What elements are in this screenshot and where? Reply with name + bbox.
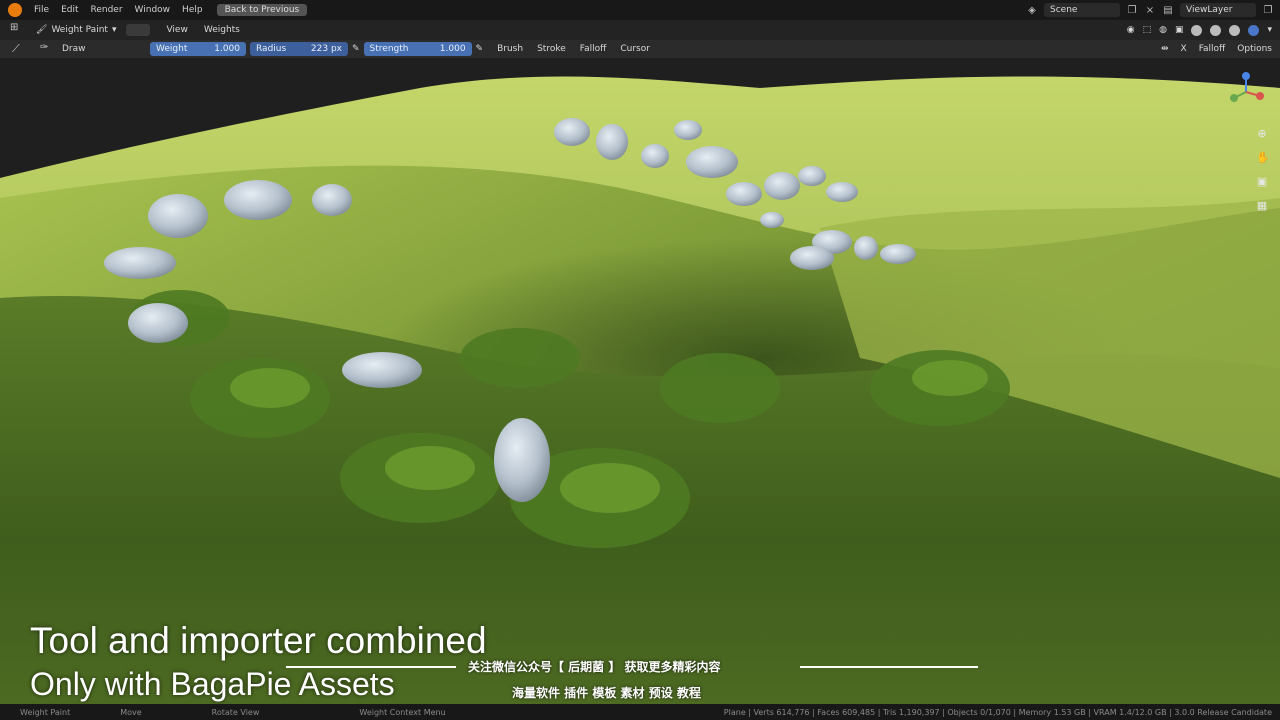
menu-view[interactable]: View: [166, 25, 187, 35]
material-shading-icon[interactable]: [1229, 24, 1241, 36]
tool-settings-bar: Draw Weight 1.000 Radius 223 px ✎ Streng…: [0, 40, 1280, 58]
weight-label: Weight: [156, 44, 188, 54]
status-context-menu: Weight Context Menu: [359, 707, 446, 717]
radius-label: Radius: [256, 44, 287, 54]
pressure-icon[interactable]: ✎: [352, 44, 360, 54]
stroke-menu[interactable]: Stroke: [537, 44, 566, 54]
zoom-icon[interactable]: ⊕: [1256, 128, 1268, 140]
navigation-gizmo[interactable]: [1226, 72, 1266, 112]
symmetry-icon[interactable]: ⇹: [1161, 44, 1169, 54]
viewport-header: 🖌 Weight Paint ▾ View Weights ◉ ⬚ ◍ ▣ ▾: [0, 20, 1280, 40]
rendered-shading-icon[interactable]: [1248, 24, 1260, 36]
grid-icon[interactable]: ▦: [1256, 200, 1268, 212]
editor-type-icon[interactable]: ⊞: [10, 22, 18, 33]
strength-pressure-icon[interactable]: ✎: [476, 44, 484, 54]
view-layer-name: ViewLayer: [1186, 5, 1233, 15]
copy-scene-icon[interactable]: ❐: [1126, 4, 1138, 16]
viewport-navigation-tools: ⊕ ✋ ▣ ▦: [1256, 128, 1270, 212]
status-bar: Weight Paint Move Rotate View Weight Con…: [0, 704, 1280, 720]
view-layer-icon: ▤: [1163, 4, 1173, 16]
caption-line-2: Only with BagaPie Assets: [30, 666, 395, 702]
shading-options-icon[interactable]: ▾: [1267, 25, 1272, 35]
grass-landscape-render: [0, 58, 1280, 704]
3d-viewport[interactable]: [0, 58, 1280, 704]
menu-weights[interactable]: Weights: [204, 25, 240, 35]
top-menu-bar: File Edit Render Window Help Back to Pre…: [0, 0, 1280, 20]
scene-statistics: Plane | Verts 614,776 | Faces 609,485 | …: [723, 707, 1272, 717]
resources-caption: 海量软件 插件 模板 素材 预设 教程: [512, 686, 701, 700]
menu-render[interactable]: Render: [91, 5, 123, 15]
mode-selector[interactable]: 🖌 Weight Paint ▾: [36, 25, 116, 35]
blender-logo-icon[interactable]: [8, 3, 22, 17]
falloff-right-menu[interactable]: Falloff: [1199, 44, 1226, 54]
symmetry-axis[interactable]: X: [1181, 44, 1187, 54]
menu-help[interactable]: Help: [182, 5, 203, 15]
radius-value: 223 px: [310, 44, 342, 54]
menu-window[interactable]: Window: [135, 5, 171, 15]
pan-hand-icon[interactable]: ✋: [1256, 152, 1270, 164]
camera-icon[interactable]: ▣: [1256, 176, 1268, 188]
scene-name: Scene: [1050, 5, 1078, 15]
caption-line-1: Tool and importer combined: [30, 620, 487, 661]
caption-rule-right: [800, 666, 978, 668]
status-rotate-view: Rotate View: [211, 707, 260, 717]
copy-layer-icon[interactable]: ❐: [1262, 4, 1274, 16]
overlay-icon[interactable]: ◍: [1159, 25, 1167, 35]
gizmo-icon[interactable]: ⬚: [1143, 25, 1152, 35]
chevron-down-icon: ▾: [111, 25, 117, 35]
falloff-menu[interactable]: Falloff: [580, 44, 607, 54]
mask-toggle[interactable]: [126, 24, 151, 36]
strength-slider[interactable]: Strength 1.000: [363, 42, 472, 56]
close-scene-icon[interactable]: ×: [1144, 4, 1156, 16]
status-weight-paint: Weight Paint: [20, 707, 71, 717]
visibility-icon[interactable]: ◉: [1127, 25, 1135, 35]
wireframe-shading-icon[interactable]: [1191, 24, 1203, 36]
caption-rule-left: [286, 666, 456, 668]
solid-shading-icon[interactable]: [1210, 24, 1222, 36]
tool-draw[interactable]: Draw: [62, 44, 146, 54]
strength-label: Strength: [369, 44, 409, 54]
view-layer-selector[interactable]: ViewLayer: [1180, 3, 1256, 17]
brush-tool-icon[interactable]: ⟋: [12, 42, 20, 56]
cursor-menu[interactable]: Cursor: [620, 44, 650, 54]
weight-paint-icon: 🖌: [36, 25, 48, 35]
strength-value: 1.000: [439, 44, 466, 54]
wechat-caption: 关注微信公众号【 后期菌 】 获取更多精彩内容: [468, 660, 721, 674]
xray-icon[interactable]: ▣: [1175, 25, 1184, 35]
brush-menu[interactable]: Brush: [497, 44, 523, 54]
weight-slider[interactable]: Weight 1.000: [150, 42, 246, 56]
draw-brush-icon: ✑: [40, 42, 49, 53]
back-to-previous-button[interactable]: Back to Previous: [216, 4, 308, 16]
radius-slider[interactable]: Radius 223 px: [250, 42, 348, 56]
options-menu[interactable]: Options: [1237, 44, 1272, 54]
scene-selector[interactable]: Scene: [1044, 3, 1120, 17]
menu-edit[interactable]: Edit: [61, 5, 78, 15]
scene-icon: ◈: [1028, 4, 1036, 16]
mode-label: Weight Paint: [51, 25, 108, 35]
status-move: Move: [120, 707, 142, 717]
weight-value: 1.000: [214, 44, 240, 54]
menu-file[interactable]: File: [34, 5, 49, 15]
